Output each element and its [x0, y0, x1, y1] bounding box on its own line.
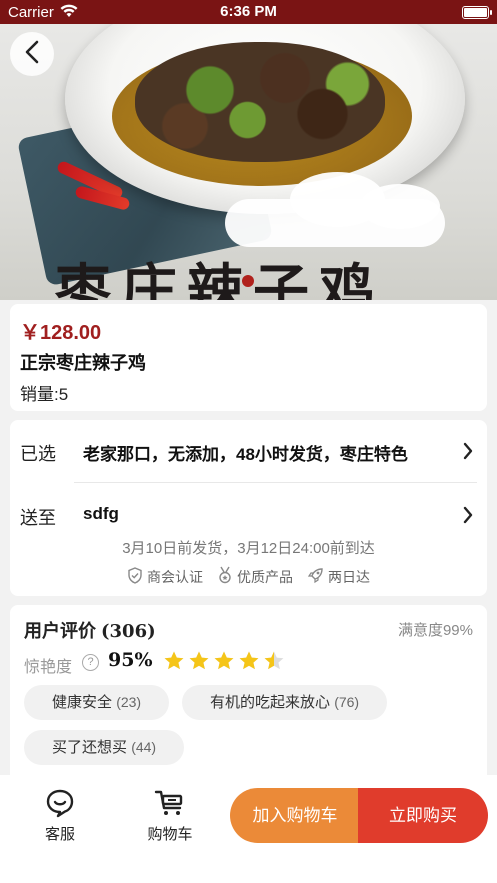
- badge-label: 商会认证: [147, 568, 203, 585]
- badge-two-day: 两日达: [307, 566, 370, 587]
- tag-label: 有机的吃起来放心: [210, 694, 331, 711]
- tag-label: 健康安全: [52, 694, 113, 711]
- service-badges: 商会认证 优质产品 两日达: [10, 566, 487, 587]
- chat-icon: [20, 787, 100, 819]
- customer-service-label: 客服: [44, 826, 75, 843]
- bottom-action-bar: 客服 购物车 加入购物车 立即购买: [0, 775, 497, 883]
- review-tag[interactable]: 健康安全 (23): [24, 685, 170, 720]
- add-to-cart-button[interactable]: 加入购物车: [230, 788, 360, 843]
- badge-certified: 商会认证: [127, 566, 203, 587]
- tag-count: (23): [116, 694, 142, 710]
- buy-now-button[interactable]: 立即购买: [358, 788, 488, 843]
- chevron-right-icon: [463, 506, 473, 529]
- tag-label: 买了还想买: [52, 739, 128, 756]
- star-icon: [213, 650, 235, 676]
- shield-check-icon: [127, 566, 143, 587]
- ship-to-value: sdfg: [83, 504, 119, 523]
- selected-spec-row[interactable]: 已选 老家那口，无添加，48小时发货，枣庄特色: [10, 420, 487, 480]
- calligraphy-title: 枣庄辣子鸡: [55, 258, 385, 300]
- dish-image: [135, 42, 385, 162]
- ship-to-row[interactable]: 送至 sdfg: [10, 484, 487, 544]
- review-tag[interactable]: 买了还想买 (44): [24, 730, 185, 765]
- product-hero-image[interactable]: 枣庄辣子鸡: [0, 24, 497, 300]
- reviews-title: 用户评价 (306): [24, 617, 156, 643]
- star-icon: [238, 650, 260, 676]
- sales-count: 销量:5: [20, 385, 69, 404]
- badge-quality: 优质产品: [217, 566, 293, 587]
- selected-label: 已选: [20, 444, 56, 464]
- tag-count: (76): [334, 694, 360, 710]
- medal-icon: [217, 566, 233, 587]
- chevron-left-icon: [24, 40, 40, 69]
- badge-label: 两日达: [328, 568, 370, 585]
- divider: [74, 482, 477, 483]
- reviews-title-text: 用户评价: [24, 621, 96, 641]
- options-card: 已选 老家那口，无添加，48小时发货，枣庄特色 送至 sdfg 3月10日前发货…: [10, 420, 487, 596]
- customer-service-button[interactable]: 客服: [20, 787, 100, 844]
- back-button[interactable]: [10, 32, 54, 76]
- reviews-card[interactable]: 用户评价 (306) 满意度99% 惊艳度 ? 95% 健康安全 (23) 有机…: [10, 605, 487, 775]
- battery-icon: [462, 6, 492, 19]
- delivery-note: 3月10日前发货，3月12日24:00前到达: [122, 540, 375, 557]
- cart-label: 购物车: [147, 826, 193, 843]
- product-name: 正宗枣庄辣子鸡: [20, 353, 146, 373]
- badge-label: 优质产品: [237, 568, 293, 585]
- star-icon: [263, 650, 285, 676]
- reviews-count: (306): [101, 621, 156, 642]
- amaze-percent: 95%: [108, 649, 153, 671]
- star-icon: [163, 650, 185, 676]
- star-rating: [163, 650, 285, 676]
- product-price: ￥128.00: [20, 322, 102, 344]
- ship-to-label: 送至: [20, 508, 56, 528]
- status-bar: Carrier 6:36 PM: [0, 0, 497, 24]
- cart-icon: [130, 787, 210, 819]
- tag-count: (44): [131, 739, 157, 755]
- cloud-decoration: [360, 184, 440, 229]
- cart-button[interactable]: 购物车: [130, 787, 210, 844]
- satisfaction-rate: 满意度99%: [397, 622, 473, 639]
- chevron-right-icon: [463, 442, 473, 465]
- rocket-icon: [307, 567, 324, 587]
- review-tag[interactable]: 有机的吃起来放心 (76): [182, 685, 388, 720]
- clock: 6:36 PM: [220, 3, 277, 20]
- selected-value: 老家那口，无添加，48小时发货，枣庄特色: [83, 445, 408, 464]
- product-info-card: ￥128.00 正宗枣庄辣子鸡 销量:5: [10, 304, 487, 411]
- amaze-label: 惊艳度: [24, 659, 73, 676]
- carousel-indicator: [242, 275, 254, 287]
- help-icon[interactable]: ?: [82, 654, 99, 671]
- star-icon: [188, 650, 210, 676]
